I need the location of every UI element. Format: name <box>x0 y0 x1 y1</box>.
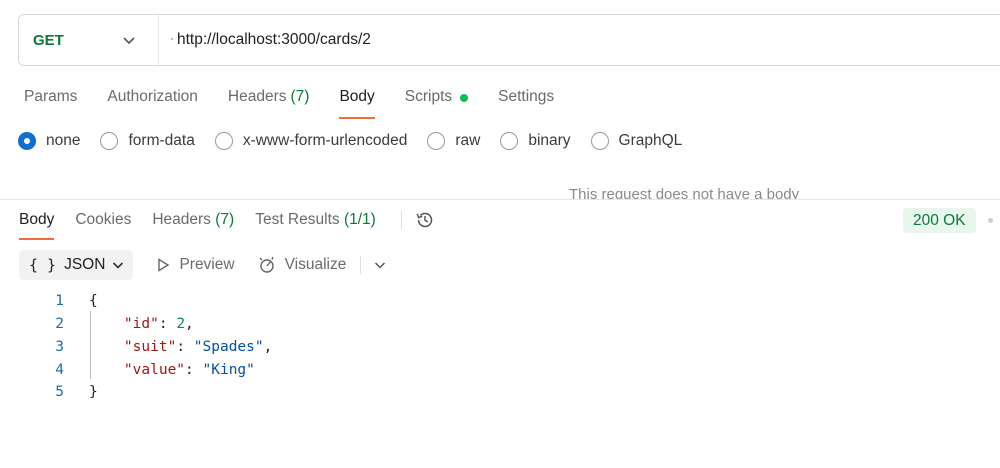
code-line: 5 } <box>0 381 97 404</box>
code-text: "id": 2, <box>123 316 194 333</box>
tab-authorization[interactable]: Authorization <box>107 88 197 118</box>
response-toolbar: { } JSON Preview Visualize <box>19 250 387 280</box>
radio-button[interactable] <box>100 132 119 150</box>
format-label: JSON <box>64 256 106 273</box>
status-badge[interactable]: 200 OK <box>903 208 976 233</box>
code-text: "suit": "Spades", <box>123 338 273 355</box>
preview-button[interactable]: Preview <box>155 256 235 274</box>
url-input[interactable]: http://localhost:3000/cards/2 <box>159 31 371 49</box>
toolbar-separator <box>360 256 362 274</box>
response-tab-cookies[interactable]: Cookies <box>75 211 131 240</box>
chevron-down-icon[interactable] <box>373 258 387 272</box>
radio-button[interactable] <box>427 132 446 150</box>
response-body-code[interactable]: 1 { 2 "id": 2, 3 "suit": "Spades", 4 "va… <box>0 290 272 404</box>
tab-label: Test Results <box>255 211 340 228</box>
json-key: "suit" <box>123 338 177 355</box>
json-value: 2 <box>176 316 186 333</box>
tab-label: Headers <box>227 88 287 105</box>
tab-body[interactable]: Body <box>339 88 376 119</box>
line-number: 4 <box>55 361 64 378</box>
response-tab-body[interactable]: Body <box>19 211 55 240</box>
json-comma: , <box>263 338 273 355</box>
preview-label: Preview <box>179 256 235 273</box>
tab-count: (7) <box>290 88 310 105</box>
radio-graphql[interactable]: GraphQL <box>590 132 683 150</box>
visualize-label: Visualize <box>284 256 347 273</box>
braces-icon: { } <box>29 256 57 274</box>
tab-count: (7) <box>215 211 235 228</box>
method-label: GET <box>33 31 64 49</box>
tab-headers[interactable]: Headers (7) <box>228 88 310 118</box>
json-comma: , <box>185 316 194 333</box>
json-value: "King" <box>202 361 255 378</box>
code-line: 3 "suit": "Spades", <box>0 336 272 359</box>
json-key: "value" <box>123 361 186 378</box>
tab-label: Body <box>339 88 375 105</box>
code-text: { <box>89 293 98 310</box>
response-tabs: Body Cookies Headers (7) Test Results (1… <box>19 211 436 240</box>
line-number: 5 <box>55 384 64 401</box>
tab-label: Params <box>24 88 78 105</box>
chevron-down-icon <box>123 37 135 45</box>
json-key: "id" <box>123 316 159 333</box>
tab-label: Authorization <box>107 88 198 105</box>
tab-separator <box>400 211 402 229</box>
visualize-icon <box>259 256 274 273</box>
tab-label: Body <box>19 211 55 228</box>
scripts-indicator-dot <box>460 94 469 102</box>
line-number: 1 <box>55 293 64 310</box>
method-selector[interactable]: GET <box>19 15 159 65</box>
body-type-options: none form-data x-www-form-urlencoded raw… <box>18 132 702 150</box>
response-tab-headers[interactable]: Headers (7) <box>152 211 234 240</box>
response-tab-test-results[interactable]: Test Results (1/1) <box>255 211 376 240</box>
radio-label: binary <box>528 132 571 149</box>
radio-none[interactable]: none <box>18 132 80 150</box>
chevron-down-icon <box>113 262 124 269</box>
tab-label: Settings <box>498 88 555 105</box>
radio-button[interactable] <box>500 132 519 150</box>
no-body-message: This request does not have a body <box>569 186 800 199</box>
radio-label: raw <box>455 132 481 149</box>
tab-label: Cookies <box>75 211 132 228</box>
radio-button-checked[interactable] <box>18 132 36 150</box>
tab-label: Headers <box>152 211 211 228</box>
format-dropdown[interactable]: { } JSON <box>19 250 134 280</box>
tab-params[interactable]: Params <box>24 88 77 118</box>
more-dot <box>988 218 993 223</box>
tab-scripts[interactable]: Scripts <box>404 88 469 118</box>
code-line: 1 { <box>0 290 97 313</box>
radio-label: none <box>46 132 81 149</box>
code-text: } <box>89 384 98 401</box>
radio-label: x-www-form-urlencoded <box>242 132 408 149</box>
radio-x-www-form-urlencoded[interactable]: x-www-form-urlencoded <box>214 132 408 150</box>
line-number: 2 <box>55 316 64 333</box>
radio-button[interactable] <box>214 132 233 150</box>
radio-form-data[interactable]: form-data <box>100 132 195 150</box>
code-text: "value": "King" <box>123 361 255 378</box>
tab-settings[interactable]: Settings <box>498 88 554 118</box>
json-value: "Spades" <box>193 338 264 355</box>
history-icon[interactable] <box>414 209 436 231</box>
code-line: 2 "id": 2, <box>0 313 194 336</box>
play-icon <box>158 258 170 272</box>
line-number: 3 <box>55 338 64 355</box>
tab-label: Scripts <box>404 88 453 105</box>
radio-label: GraphQL <box>618 132 683 149</box>
radio-button[interactable] <box>590 132 609 150</box>
code-line: 4 "value": "King" <box>0 358 255 381</box>
visualize-button[interactable]: Visualize <box>257 255 347 275</box>
request-tabs: Params Authorization Headers (7) Body Scr… <box>24 88 584 119</box>
radio-binary[interactable]: binary <box>500 132 571 150</box>
radio-label: form-data <box>128 132 195 149</box>
pane-divider[interactable] <box>0 199 1000 200</box>
radio-raw[interactable]: raw <box>427 132 480 150</box>
tab-count: (1/1) <box>343 211 376 228</box>
request-url-bar: GET http://localhost:3000/cards/2 <box>18 14 1000 66</box>
